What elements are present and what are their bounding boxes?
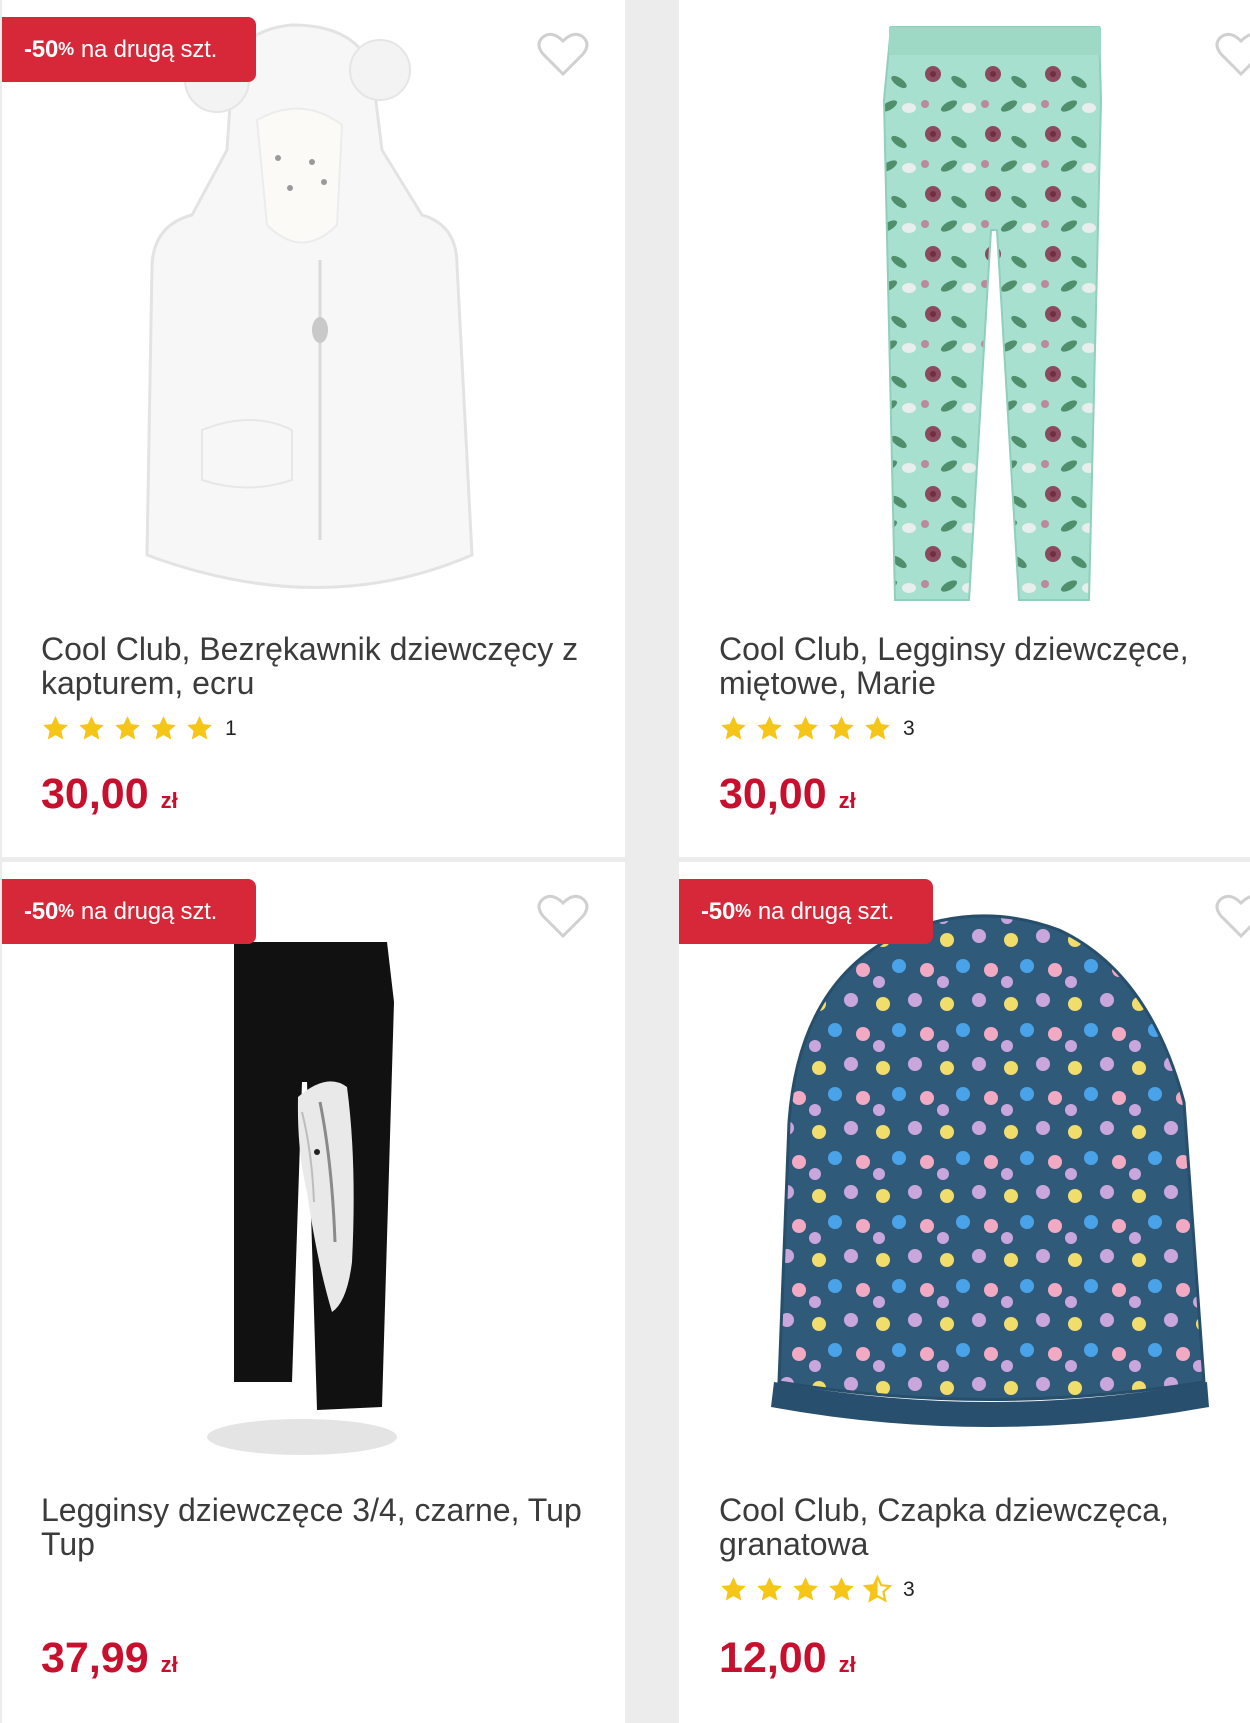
badge-percent: % bbox=[58, 901, 74, 921]
product-price: 12,00 zł bbox=[719, 1634, 856, 1683]
badge-percent: % bbox=[58, 39, 74, 59]
rating-stars: 3 bbox=[719, 714, 915, 743]
star-icon bbox=[115, 716, 140, 740]
badge-text: na drugą szt. bbox=[80, 35, 218, 63]
star-icon bbox=[151, 716, 176, 740]
heart-outline-icon[interactable] bbox=[1215, 892, 1250, 940]
badge-discount: -50 bbox=[701, 897, 736, 925]
product-grid: -50% na drugą szt. Cool Club, Bezrękawnik… bbox=[0, 0, 1250, 1723]
star-icon bbox=[187, 716, 212, 740]
rating-stars: 3 bbox=[719, 1575, 915, 1604]
heart-outline-icon[interactable] bbox=[1215, 30, 1250, 78]
product-price: 30,00 zł bbox=[719, 770, 856, 819]
star-icon bbox=[793, 1577, 818, 1601]
price-amount: 30,00 bbox=[41, 770, 149, 818]
product-price: 30,00 zł bbox=[41, 770, 178, 819]
star-icon bbox=[79, 716, 104, 740]
rating-count: 3 bbox=[903, 716, 915, 740]
product-title[interactable]: Cool Club, Legginsy dziewczęce, miętowe,… bbox=[719, 632, 1239, 700]
product-card[interactable]: -50% na drugą szt. Cool Club, Czapka dzie… bbox=[679, 862, 1250, 1723]
badge-discount: -50 bbox=[24, 35, 59, 63]
black-horse-leggings-image[interactable] bbox=[2, 862, 625, 1482]
rating-count: 3 bbox=[903, 1577, 915, 1601]
star-icon bbox=[721, 716, 746, 740]
badge-text: na drugą szt. bbox=[757, 897, 895, 925]
heart-outline-icon[interactable] bbox=[537, 892, 589, 940]
promo-badge: -50% na drugą szt. bbox=[2, 879, 256, 944]
promo-badge: -50% na drugą szt. bbox=[679, 879, 933, 944]
product-title[interactable]: Legginsy dziewczęce 3/4, czarne, Tup Tup bbox=[41, 1493, 601, 1561]
star-icon bbox=[829, 716, 854, 740]
star-icon bbox=[757, 716, 782, 740]
star-icon bbox=[721, 1577, 746, 1601]
rating-stars: 1 bbox=[41, 714, 237, 743]
star-icon bbox=[793, 716, 818, 740]
price-amount: 30,00 bbox=[719, 770, 827, 818]
white-fur-vest-image[interactable] bbox=[2, 0, 625, 620]
product-title[interactable]: Cool Club, Bezrękawnik dziewczęcy z kapt… bbox=[41, 632, 601, 700]
mint-floral-leggings-image[interactable] bbox=[679, 0, 1250, 620]
badge-discount: -50 bbox=[24, 897, 59, 925]
half-star-icon bbox=[863, 1575, 892, 1603]
star-icon bbox=[757, 1577, 782, 1601]
badge-percent: % bbox=[735, 901, 751, 921]
badge-text: na drugą szt. bbox=[80, 897, 218, 925]
price-currency: zł bbox=[838, 788, 856, 813]
price-currency: zł bbox=[160, 1652, 178, 1677]
product-price: 37,99 zł bbox=[41, 1634, 178, 1683]
price-currency: zł bbox=[838, 1652, 856, 1677]
navy-polka-dot-beanie-image[interactable] bbox=[679, 862, 1250, 1482]
product-card[interactable]: -50% na drugą szt. Cool Club, Bezrękawnik… bbox=[2, 0, 625, 857]
price-amount: 37,99 bbox=[41, 1634, 149, 1682]
product-title[interactable]: Cool Club, Czapka dziewczęca, granatowa bbox=[719, 1493, 1239, 1561]
star-icon bbox=[43, 716, 68, 740]
product-card[interactable]: -50% na drugą szt. Legginsy dziewczęce 3/… bbox=[2, 862, 625, 1723]
star-icon bbox=[865, 716, 890, 740]
star-icon bbox=[829, 1577, 854, 1601]
product-card[interactable]: Cool Club, Legginsy dziewczęce, miętowe,… bbox=[679, 0, 1250, 857]
price-currency: zł bbox=[160, 788, 178, 813]
heart-outline-icon[interactable] bbox=[537, 30, 589, 78]
price-amount: 12,00 bbox=[719, 1634, 827, 1682]
rating-count: 1 bbox=[225, 716, 237, 740]
promo-badge: -50% na drugą szt. bbox=[2, 17, 256, 82]
